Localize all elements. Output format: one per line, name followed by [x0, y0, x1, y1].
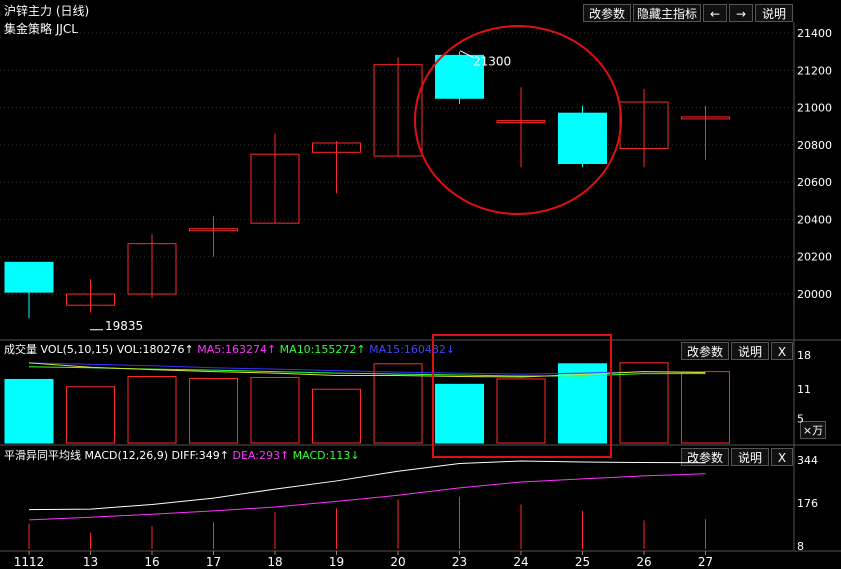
candle-body	[558, 112, 607, 164]
x-tick-label: 16	[144, 555, 159, 569]
volume-bar	[496, 378, 546, 444]
volume-bar	[435, 383, 484, 444]
x-tick-label: 19	[329, 555, 344, 569]
volume-bar	[189, 377, 238, 444]
x-tick-label: 13	[83, 555, 98, 569]
x-tick-label: 20	[390, 555, 405, 569]
x-tick-label: 24	[513, 555, 528, 569]
x-tick-label: 26	[636, 555, 651, 569]
x-tick-label: 17	[206, 555, 221, 569]
price-tick-label: 20400	[797, 213, 832, 226]
x-tick-label: 27	[698, 555, 713, 569]
x-tick-label: 23	[452, 555, 467, 569]
volume-tick-label: 11	[797, 383, 811, 396]
macd-tick-label: 344	[797, 454, 818, 467]
app-window: 沪锌主力 (日线) 改参数 隐藏主指标 ← → 说明 集金策略 JJCL 成交量…	[0, 0, 841, 569]
price-tick-label: 21400	[797, 27, 832, 40]
macd-tick-label: 176	[797, 497, 818, 510]
volume-bar	[250, 376, 300, 444]
macd-diff-line	[28, 460, 706, 511]
volume-tick-label: 18	[797, 349, 811, 362]
price-tick-label: 20200	[797, 251, 832, 264]
volume-tick-label: 5	[797, 413, 804, 426]
volume-bar	[66, 386, 115, 444]
price-tick-label: 21200	[797, 64, 832, 77]
volume-bar	[312, 388, 361, 444]
volume-bar	[4, 378, 54, 444]
price-tick-label: 20600	[797, 176, 832, 189]
volume-bar	[681, 371, 730, 444]
x-tick-label: 1112	[14, 555, 45, 569]
price-tick-label: 21000	[797, 102, 832, 115]
price-tick-label: 20000	[797, 288, 832, 301]
candle-body	[4, 261, 54, 293]
chart-canvas: 21400 21200 21000 20800 20600 20400 20200 20000…	[0, 22, 841, 569]
volume-bar	[619, 362, 669, 444]
high-annotation-label: 21300	[473, 55, 511, 69]
macd-dea-line	[28, 473, 706, 521]
price-tick-label: 20800	[797, 139, 832, 152]
x-tick-label: 25	[575, 555, 590, 569]
x-tick-label: 18	[267, 555, 282, 569]
low-annotation-label: 19835	[105, 319, 143, 333]
macd-tick-label: 8	[797, 540, 804, 553]
volume-bar	[127, 376, 177, 444]
